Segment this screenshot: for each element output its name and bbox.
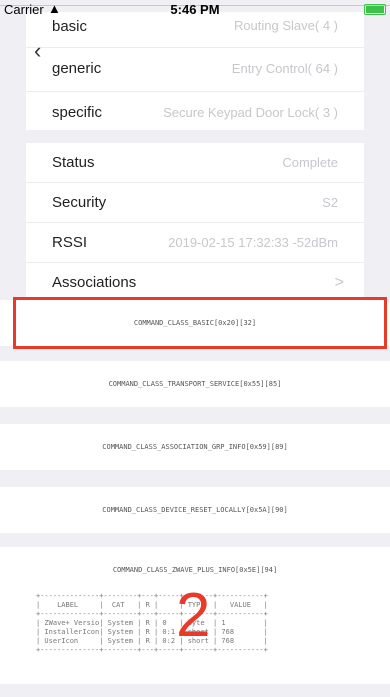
command-class-association-grp-info[interactable]: COMMAND_CLASS_ASSOCIATION_GRP_INFO[0x59]… [0,424,390,470]
clock: 5:46 PM [170,2,220,17]
row-value: Secure Keypad Door Lock( 3 ) [163,105,338,120]
row-value: S2 [322,195,338,210]
row-label: Associations [52,274,137,291]
row-value: Entry Control( 64 ) [231,61,338,76]
row-label: Security [52,194,107,211]
status-row-status: Status Complete [26,143,364,183]
device-info-card: basic Routing Slave( 4 ) generic Entry C… [26,12,364,130]
command-class-transport-service[interactable]: COMMAND_CLASS_TRANSPORT_SERVICE[0x55][85… [0,361,390,407]
row-value: Complete [282,155,338,170]
command-class-label: COMMAND_CLASS_DEVICE_RESET_LOCALLY[0x5A]… [102,506,288,514]
row-label: basic [52,18,88,35]
info-row-generic: generic Entry Control( 64 ) [26,48,364,92]
back-chevron-icon[interactable]: ‹ [34,38,41,64]
chevron-right-icon: > [334,274,344,291]
row-label: Status [52,154,95,171]
row-label: generic [52,60,102,77]
battery-icon [364,4,386,15]
row-label: RSSI [52,234,88,251]
status-row-rssi: RSSI 2019-02-15 17:32:33 -52dBm [26,223,364,263]
info-row-specific: specific Secure Keypad Door Lock( 3 ) [26,92,364,135]
command-class-label: COMMAND_CLASS_TRANSPORT_SERVICE[0x55][85… [108,380,282,388]
row-value: 2019-02-15 17:32:33 -52dBm [168,235,338,250]
highlight-box [13,297,387,349]
command-class-label: COMMAND_CLASS_ZWAVE_PLUS_INFO[0x5E][94] [112,566,278,574]
row-label: specific [52,104,103,121]
row-value: Routing Slave( 4 ) [233,18,338,33]
status-bar: Carrier ▲ 5:46 PM [0,0,390,20]
command-class-device-reset-locally[interactable]: COMMAND_CLASS_DEVICE_RESET_LOCALLY[0x5A]… [0,487,390,533]
command-class-label: COMMAND_CLASS_ASSOCIATION_GRP_INFO[0x59]… [102,443,288,451]
device-status-card: Status Complete Security S2 RSSI 2019-02… [26,143,364,299]
annotation-number: 2 [176,581,211,650]
status-row-security: Security S2 [26,183,364,223]
